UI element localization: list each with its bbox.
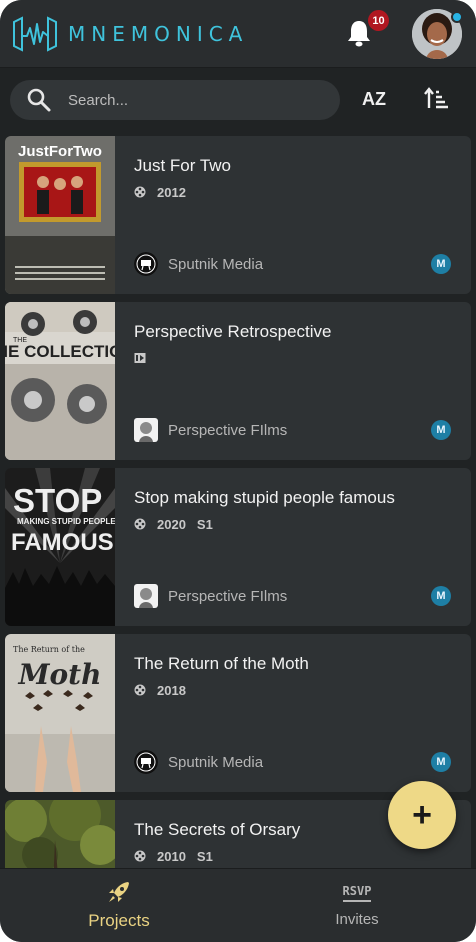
project-year: 2010 — [157, 848, 186, 864]
app-header: MNEMONICA 10 — [0, 0, 476, 68]
company-name: Perspective FIlms — [168, 587, 288, 605]
perspective-films-logo-icon — [134, 584, 158, 608]
project-meta: 2018 — [134, 682, 197, 698]
tab-projects[interactable]: Projects — [0, 869, 238, 942]
company-name: Perspective FIlms — [168, 421, 288, 439]
film-reel-icon — [134, 684, 146, 696]
rsvp-icon: RSVP — [343, 884, 372, 902]
project-meta: 2020 S1 — [134, 516, 213, 532]
search-toolbar: AZ — [0, 68, 476, 130]
project-title: Perspective Retrospective — [134, 322, 332, 341]
film-reel-icon — [134, 518, 146, 530]
project-title: The Return of the Moth — [134, 654, 309, 673]
project-year: 2012 — [157, 184, 186, 200]
project-title: The Secrets of Orsary — [134, 820, 301, 839]
app-screen: MNEMONICA 10 AZ — [0, 0, 476, 942]
sputnik-media-logo-icon — [134, 252, 158, 276]
search-icon — [27, 88, 51, 112]
brand-name: MNEMONICA — [68, 22, 249, 46]
production-company: Perspective FIlms — [134, 584, 287, 608]
tab-projects-label: Projects — [88, 911, 150, 930]
project-poster-image: JustForTwo — [5, 136, 115, 294]
member-badge: M — [431, 254, 451, 274]
project-season: S1 — [196, 516, 213, 532]
video-series-icon — [134, 353, 146, 363]
svg-text:The Return of the: The Return of the — [13, 645, 85, 654]
project-year: 2020 — [157, 516, 186, 532]
project-poster-image: STOP MAKING STUPID PEOPLE FAMOUS — [5, 468, 115, 626]
mnemonica-logo-icon — [13, 16, 57, 52]
project-poster-image: The Return of the Moth — [5, 634, 115, 792]
project-meta — [134, 350, 168, 366]
project-card[interactable]: THE THE COLLECTION Perspective Retrospec… — [5, 302, 471, 460]
tab-invites[interactable]: RSVP Invites — [238, 869, 476, 942]
project-poster-image — [5, 800, 115, 868]
add-project-button[interactable]: + — [388, 781, 456, 849]
member-badge: M — [431, 586, 451, 606]
sputnik-media-logo-icon — [134, 750, 158, 774]
notification-count-badge: 10 — [368, 10, 389, 31]
film-reel-icon — [134, 850, 146, 862]
project-list: JustForTwo Just For Two 2012 Sputnik Med… — [0, 130, 476, 868]
poster-title-text: Moth — [18, 658, 102, 691]
company-name: Sputnik Media — [168, 753, 264, 771]
project-poster-image: THE THE COLLECTION — [5, 302, 115, 460]
poster-title-text: STOP — [13, 482, 102, 519]
project-meta: 2012 — [134, 184, 197, 200]
poster-title-text: THE COLLECTION — [5, 342, 115, 361]
rsvp-icon-text: RSVP — [343, 884, 372, 898]
search-bar[interactable] — [10, 80, 340, 120]
svg-text:FAMOUS: FAMOUS — [11, 529, 114, 556]
member-badge: M — [431, 420, 451, 440]
svg-text:MAKING STUPID PEOPLE: MAKING STUPID PEOPLE — [17, 517, 115, 526]
sort-ascending-icon[interactable] — [424, 86, 450, 112]
tab-invites-label: Invites — [335, 911, 379, 928]
project-meta: 2010 S1 — [134, 848, 213, 864]
project-card[interactable]: JustForTwo Just For Two 2012 Sputnik Med… — [5, 136, 471, 294]
rocket-icon — [109, 882, 129, 902]
company-name: Sputnik Media — [168, 255, 264, 273]
perspective-films-logo-icon — [134, 418, 158, 442]
member-badge: M — [431, 752, 451, 772]
project-card[interactable]: The Return of the Moth The Return of the… — [5, 634, 471, 792]
project-card[interactable]: STOP MAKING STUPID PEOPLE FAMOUS Stop ma… — [5, 468, 471, 626]
poster-title-text: JustForTwo — [18, 143, 102, 160]
project-title: Just For Two — [134, 156, 231, 175]
sort-alphabetical-button[interactable]: AZ — [362, 89, 386, 110]
search-input[interactable] — [68, 90, 318, 110]
project-title: Stop making stupid people famous — [134, 488, 395, 507]
film-reel-icon — [134, 186, 146, 198]
production-company: Sputnik Media — [134, 252, 263, 276]
production-company: Perspective FIlms — [134, 418, 287, 442]
online-status-dot — [451, 11, 463, 23]
production-company: Sputnik Media — [134, 750, 263, 774]
project-year: 2018 — [157, 682, 186, 698]
project-season: S1 — [196, 848, 213, 864]
bottom-navigation: Projects RSVP Invites — [0, 868, 476, 942]
